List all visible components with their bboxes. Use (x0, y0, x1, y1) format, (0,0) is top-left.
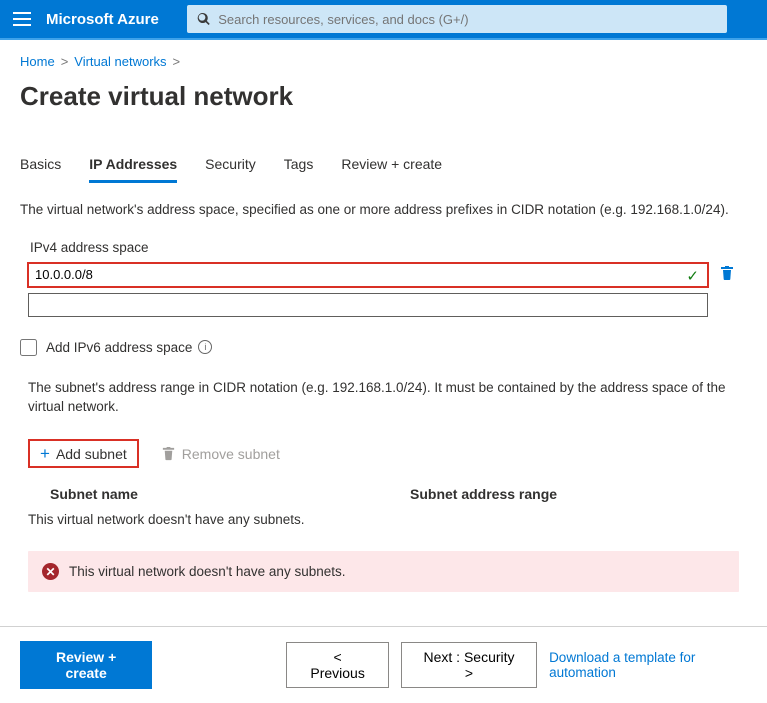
delete-address-button[interactable] (714, 265, 740, 284)
tab-basics[interactable]: Basics (20, 156, 61, 183)
azure-top-bar: Microsoft Azure (0, 0, 767, 38)
add-subnet-button[interactable]: + Add subnet (28, 439, 139, 468)
ipv4-address-input-row: ✓ (28, 263, 708, 287)
tab-ip-addresses[interactable]: IP Addresses (89, 156, 177, 183)
brand-label: Microsoft Azure (44, 11, 169, 28)
subnet-col-name: Subnet name (50, 486, 410, 502)
ipv4-address-input-empty-row (28, 293, 708, 317)
subnet-table-header: Subnet name Subnet address range (50, 486, 747, 502)
next-button[interactable]: Next : Security > (401, 642, 537, 688)
ipv6-checkbox-row: Add IPv6 address space i (20, 339, 747, 356)
ipv4-address-input-empty[interactable] (35, 294, 701, 316)
ipv6-checkbox[interactable] (20, 339, 37, 356)
search-container (169, 1, 767, 37)
subnet-table-empty: This virtual network doesn't have any su… (28, 512, 747, 527)
breadcrumb-virtual-networks[interactable]: Virtual networks (74, 54, 166, 69)
tab-tags[interactable]: Tags (284, 156, 314, 183)
search-input[interactable] (218, 12, 717, 27)
footer-bar: Review + create < Previous Next : Securi… (0, 627, 767, 703)
trash-icon (719, 265, 735, 281)
info-icon[interactable]: i (198, 340, 212, 354)
trash-icon (161, 446, 176, 461)
check-icon: ✓ (686, 267, 699, 285)
page-title: Create virtual network (20, 81, 747, 112)
breadcrumb-sep: > (173, 54, 181, 69)
remove-subnet-label: Remove subnet (182, 446, 280, 462)
subnet-description: The subnet's address range in CIDR notat… (28, 378, 743, 417)
error-text: This virtual network doesn't have any su… (69, 564, 345, 579)
tab-security[interactable]: Security (205, 156, 256, 183)
remove-subnet-button: Remove subnet (153, 440, 288, 468)
breadcrumb-sep: > (61, 54, 69, 69)
ipv6-checkbox-label: Add IPv6 address space (46, 340, 192, 355)
tab-bar: Basics IP Addresses Security Tags Review… (20, 156, 747, 183)
ipv4-address-input[interactable] (35, 264, 677, 286)
search-icon (197, 12, 210, 26)
search-box[interactable] (187, 5, 727, 33)
tab-review-create[interactable]: Review + create (341, 156, 442, 183)
error-icon: ✕ (42, 563, 59, 580)
ipv4-label: IPv4 address space (30, 240, 747, 255)
plus-icon: + (40, 445, 50, 462)
error-alert: ✕ This virtual network doesn't have any … (28, 551, 739, 592)
review-create-button[interactable]: Review + create (20, 641, 152, 689)
subnet-col-range: Subnet address range (410, 486, 557, 502)
download-template-link[interactable]: Download a template for automation (549, 650, 747, 680)
breadcrumb: Home > Virtual networks > (20, 54, 747, 69)
hamburger-icon (13, 12, 31, 26)
add-subnet-label: Add subnet (56, 446, 127, 462)
previous-button[interactable]: < Previous (286, 642, 389, 688)
ipv4-description: The virtual network's address space, spe… (20, 201, 747, 220)
breadcrumb-home[interactable]: Home (20, 54, 55, 69)
hamburger-menu-button[interactable] (0, 0, 44, 38)
